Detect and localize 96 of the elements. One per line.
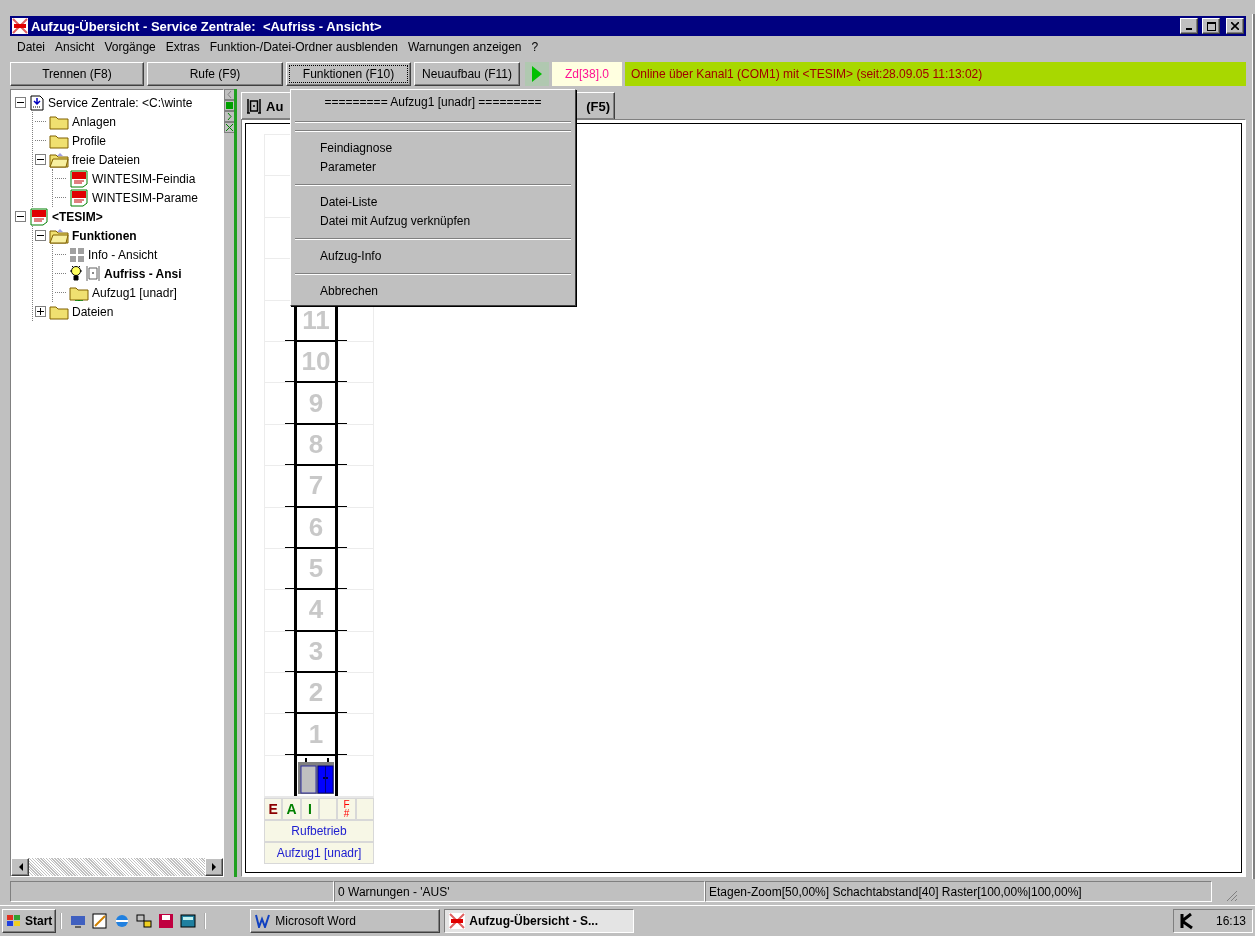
- menu-item[interactable]: Datei-Liste: [293, 193, 573, 212]
- file-icon: [69, 188, 89, 207]
- menu-item[interactable]: Warnungen anzeigen: [402, 40, 527, 54]
- folder-icon: [49, 113, 69, 130]
- minus-icon: [17, 99, 24, 106]
- tree-item[interactable]: Anlagen: [72, 114, 117, 129]
- left-chevron-icon: [227, 91, 232, 98]
- expand-toggle[interactable]: [35, 230, 46, 241]
- folder-icon: [49, 132, 69, 149]
- start-button[interactable]: Start: [2, 909, 57, 933]
- menu-item[interactable]: Datei mit Aufzug verknüpfen: [293, 212, 573, 231]
- app-icon: [12, 18, 28, 34]
- maximize-icon: [1206, 21, 1216, 31]
- tree-item[interactable]: Info - Ansicht: [88, 247, 158, 262]
- menu-item[interactable]: Datei: [12, 40, 50, 54]
- clock: 16:13: [1215, 914, 1246, 928]
- menu-item[interactable]: Ansicht: [50, 40, 100, 54]
- save-icon[interactable]: [158, 913, 175, 929]
- menu-item[interactable]: Abbrechen: [293, 282, 573, 301]
- counter-field: Zd[38].0: [552, 62, 622, 86]
- status-letter: A: [286, 802, 297, 817]
- elevator-icon: [246, 98, 262, 114]
- tree-item[interactable]: Funktionen: [72, 228, 137, 243]
- tree-item[interactable]: freie Dateien: [72, 152, 141, 167]
- folder-icon: [49, 303, 69, 320]
- open-folder-icon: [49, 151, 69, 168]
- calculator-icon[interactable]: [180, 913, 197, 929]
- tree-item[interactable]: <TESIM>: [52, 209, 103, 224]
- mode-label: Rufbetrieb: [264, 820, 374, 843]
- connection-status: Online über Kanal1 (COM1) mit <TESIM> (seit:28.09.05 11:13:02): [625, 62, 1246, 86]
- minus-icon: [37, 156, 44, 163]
- expand-toggle[interactable]: [15, 97, 26, 108]
- status-letter: E: [268, 802, 278, 817]
- toolbar-button[interactable]: Trennen (F8): [10, 62, 144, 86]
- network-folder-icon: [69, 284, 89, 301]
- tree-item[interactable]: Aufzug1 [unadr]: [92, 285, 177, 300]
- horizontal-scrollbar[interactable]: [11, 858, 223, 876]
- close-button[interactable]: [1226, 18, 1244, 34]
- tab-shortcut: (F5): [586, 98, 610, 114]
- elevator-name: Aufzug1 [unadr]: [264, 842, 374, 865]
- pencil-icon[interactable]: [92, 913, 109, 929]
- minus-icon: [37, 232, 44, 239]
- toolbar-button[interactable]: Rufe (F9): [147, 62, 283, 86]
- tab-label: Au: [266, 98, 284, 114]
- tree-item[interactable]: Dateien: [72, 304, 114, 319]
- resize-grip-icon[interactable]: [1224, 888, 1238, 902]
- minimize-button[interactable]: [1180, 18, 1198, 34]
- tree-item[interactable]: Aufriss - Ansi: [104, 266, 182, 281]
- scroll-right-button[interactable]: [205, 858, 223, 876]
- network-icon[interactable]: [136, 913, 153, 929]
- menu-item[interactable]: Funktion-/Datei-Ordner ausblenden: [204, 40, 403, 54]
- menu-header: ========= Aufzug1 [unadr] =========: [323, 94, 543, 111]
- lightbulb-elevator-icon: [69, 265, 101, 282]
- right-arrow-icon: [211, 863, 217, 871]
- menu-item[interactable]: Vorgänge: [99, 40, 161, 54]
- plus-icon: [37, 308, 44, 315]
- close-icon: [226, 124, 233, 131]
- status-text: Etagen-Zoom[50,00%] Schachtabstand[40] Raster[100,00%|100,00%]: [705, 881, 1212, 902]
- menu-item[interactable]: Parameter: [293, 158, 573, 177]
- app-icon: [449, 913, 466, 929]
- window-title: Aufzug-Übersicht - Service Zentrale: <Aufriss - Ansicht>: [31, 18, 383, 34]
- square-icon: [226, 102, 233, 109]
- flag-icon: [6, 914, 22, 928]
- grid-icon: [69, 246, 85, 263]
- desktop-icon[interactable]: [70, 913, 87, 929]
- status-text: 0 Warnungen - 'AUS': [334, 881, 705, 902]
- menu-item[interactable]: Feindiagnose: [293, 139, 573, 158]
- status-letter: I: [307, 802, 312, 817]
- taskbar-button[interactable]: Microsoft Word: [250, 909, 441, 933]
- expand-toggle[interactable]: [35, 306, 46, 317]
- tree-item[interactable]: WINTESIM-Parame: [92, 190, 198, 205]
- w-icon: [255, 914, 272, 928]
- play-icon: [532, 66, 542, 82]
- tree-item[interactable]: Service Zentrale: <C:\winte: [48, 95, 193, 110]
- document-icon: [29, 94, 45, 111]
- minus-icon: [17, 213, 24, 220]
- right-chevron-icon: [227, 113, 232, 120]
- status-letter: F #: [343, 800, 350, 819]
- scroll-left-button[interactable]: [11, 858, 29, 876]
- open-folder-icon: [49, 227, 69, 244]
- file-icon: [29, 207, 49, 226]
- toolbar-button[interactable]: Neuaufbau (F11): [414, 62, 520, 86]
- taskbar-button[interactable]: Aufzug-Übersicht - S...: [444, 909, 635, 933]
- browser-icon[interactable]: [114, 913, 131, 929]
- menu-item[interactable]: ?: [526, 40, 544, 54]
- maximize-button[interactable]: [1202, 18, 1220, 34]
- file-icon: [69, 169, 89, 188]
- expand-toggle[interactable]: [35, 154, 46, 165]
- tree-item[interactable]: Profile: [72, 133, 106, 148]
- close-icon: [1231, 22, 1239, 30]
- tree-item[interactable]: WINTESIM-Feindia: [92, 171, 196, 186]
- menu-item[interactable]: Aufzug-Info: [293, 247, 573, 266]
- expand-toggle[interactable]: [15, 211, 26, 222]
- left-arrow-icon: [17, 863, 23, 871]
- menu-item[interactable]: Extras: [160, 40, 205, 54]
- toolbar-button[interactable]: Funktionen (F10): [286, 62, 411, 86]
